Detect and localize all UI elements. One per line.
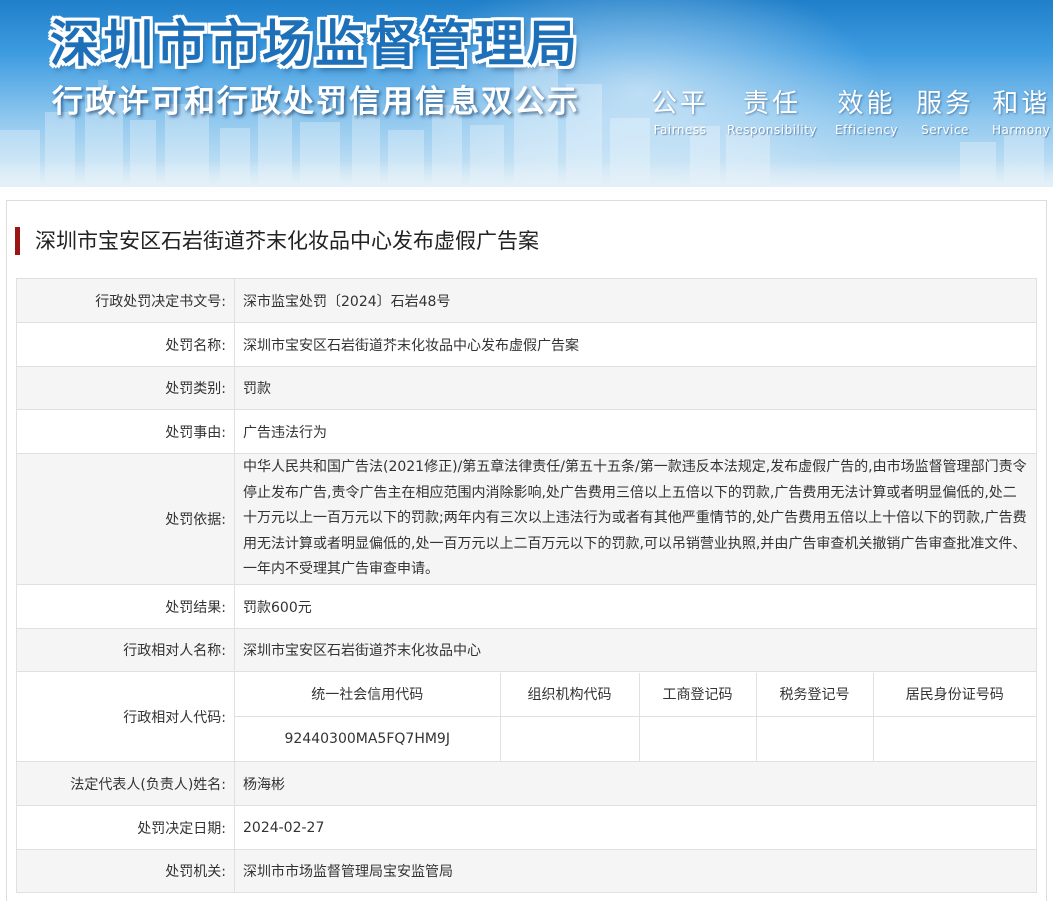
row-label: 处罚决定日期: — [16, 805, 235, 850]
slogan-item: 服务 Service — [916, 83, 974, 137]
row-label: 行政相对人代码: — [16, 671, 235, 762]
slogan-item: 和谐 Harmony — [992, 83, 1050, 137]
code-header-row: 统一社会信用代码 组织机构代码 工商登记码 税务登记号 居民身份证号码 — [235, 672, 1036, 717]
row-label: 处罚事由: — [16, 409, 235, 454]
legal-rep-value: 杨海彬 — [234, 761, 1037, 806]
penalty-basis-value: 中华人民共和国广告法(2021修正)/第五章法律责任/第五十五条/第一款违反本法… — [234, 453, 1037, 585]
slogan-list: 公平 Fairness 责任 Responsibility 效能 Efficie… — [651, 83, 1053, 137]
row-label: 处罚名称: — [16, 322, 235, 367]
case-detail-panel: 深圳市宝安区石岩街道芥末化妆品中心发布虚假广告案 行政处罚决定书文号: 深市监宝… — [6, 200, 1047, 901]
table-row: 法定代表人(负责人)姓名: 杨海彬 — [16, 761, 1037, 806]
decision-date-value: 2024-02-27 — [234, 805, 1037, 850]
table-row: 处罚事由: 广告违法行为 — [16, 409, 1037, 454]
row-label: 法定代表人(负责人)姓名: — [16, 761, 235, 806]
site-banner: 深圳市市场监督管理局 行政许可和行政处罚信用信息双公示 公平 Fairness … — [0, 0, 1053, 187]
decision-number-value: 深市监宝处罚〔2024〕石岩48号 — [234, 278, 1037, 323]
row-label: 处罚依据: — [16, 453, 235, 585]
table-row: 处罚机关: 深圳市市场监督管理局宝安监管局 — [16, 849, 1037, 893]
authority-value: 深圳市市场监督管理局宝安监管局 — [234, 849, 1037, 893]
penalty-type-value: 罚款 — [234, 366, 1037, 410]
slogan-item: 效能 Efficiency — [835, 83, 898, 137]
slogan-cn: 公平 — [651, 89, 710, 119]
table-row: 行政相对人代码: 统一社会信用代码 组织机构代码 工商登记码 税务登记号 居民身… — [16, 671, 1037, 762]
slogan-en: Harmony — [992, 123, 1051, 137]
row-label: 行政处罚决定书文号: — [16, 278, 235, 323]
party-name-value: 深圳市宝安区石岩街道芥末化妆品中心 — [234, 628, 1037, 672]
slogan-item: 责任 Responsibility — [727, 83, 817, 137]
org-code-value — [499, 716, 640, 761]
id-card-value — [872, 716, 1036, 761]
code-header: 税务登记号 — [755, 672, 874, 717]
banner-subtitle: 行政许可和行政处罚信用信息双公示 — [52, 84, 580, 120]
code-header: 工商登记码 — [638, 672, 757, 717]
code-header: 组织机构代码 — [499, 672, 640, 717]
credit-code-value: 92440300MA5FQ7HM9J — [235, 716, 501, 761]
code-value-row: 92440300MA5FQ7HM9J — [235, 716, 1036, 761]
slogan-en: Service — [921, 123, 969, 137]
table-row: 处罚决定日期: 2024-02-27 — [16, 805, 1037, 850]
slogan-en: Fairness — [653, 123, 707, 137]
table-row: 处罚依据: 中华人民共和国广告法(2021修正)/第五章法律责任/第五十五条/第… — [16, 453, 1037, 585]
table-row: 行政处罚决定书文号: 深市监宝处罚〔2024〕石岩48号 — [16, 278, 1037, 323]
slogan-en: Responsibility — [727, 123, 818, 137]
case-detail-table: 行政处罚决定书文号: 深市监宝处罚〔2024〕石岩48号 处罚名称: 深圳市宝安… — [16, 278, 1037, 893]
penalty-reason-value: 广告违法行为 — [234, 409, 1037, 454]
penalty-name-value: 深圳市宝安区石岩街道芥末化妆品中心发布虚假广告案 — [234, 322, 1037, 367]
row-label: 处罚结果: — [16, 584, 235, 629]
code-header: 统一社会信用代码 — [235, 672, 501, 717]
party-code-cell: 统一社会信用代码 组织机构代码 工商登记码 税务登记号 居民身份证号码 9244… — [234, 671, 1037, 762]
party-code-table: 统一社会信用代码 组织机构代码 工商登记码 税务登记号 居民身份证号码 9244… — [235, 672, 1036, 761]
table-row: 处罚结果: 罚款600元 — [16, 584, 1037, 629]
row-label: 处罚机关: — [16, 849, 235, 893]
penalty-result-value: 罚款600元 — [234, 584, 1037, 629]
code-header: 居民身份证号码 — [872, 672, 1036, 717]
slogan-cn: 责任 — [743, 89, 802, 119]
business-reg-value — [638, 716, 757, 761]
slogan-cn: 效能 — [837, 89, 896, 119]
tax-reg-value — [755, 716, 874, 761]
table-row: 处罚名称: 深圳市宝安区石岩街道芥末化妆品中心发布虚假广告案 — [16, 322, 1037, 367]
slogan-en: Efficiency — [835, 123, 899, 137]
banner-title: 深圳市市场监督管理局 — [50, 15, 580, 73]
banner-ground-fade — [0, 161, 1053, 187]
slogan-item: 公平 Fairness — [651, 83, 709, 137]
slogan-cn: 服务 — [916, 89, 975, 119]
row-label: 处罚类别: — [16, 366, 235, 410]
slogan-cn: 和谐 — [992, 89, 1051, 119]
table-row: 处罚类别: 罚款 — [16, 366, 1037, 410]
table-row: 行政相对人名称: 深圳市宝安区石岩街道芥末化妆品中心 — [16, 628, 1037, 672]
case-title: 深圳市宝安区石岩街道芥末化妆品中心发布虚假广告案 — [15, 227, 539, 255]
row-label: 行政相对人名称: — [16, 628, 235, 672]
